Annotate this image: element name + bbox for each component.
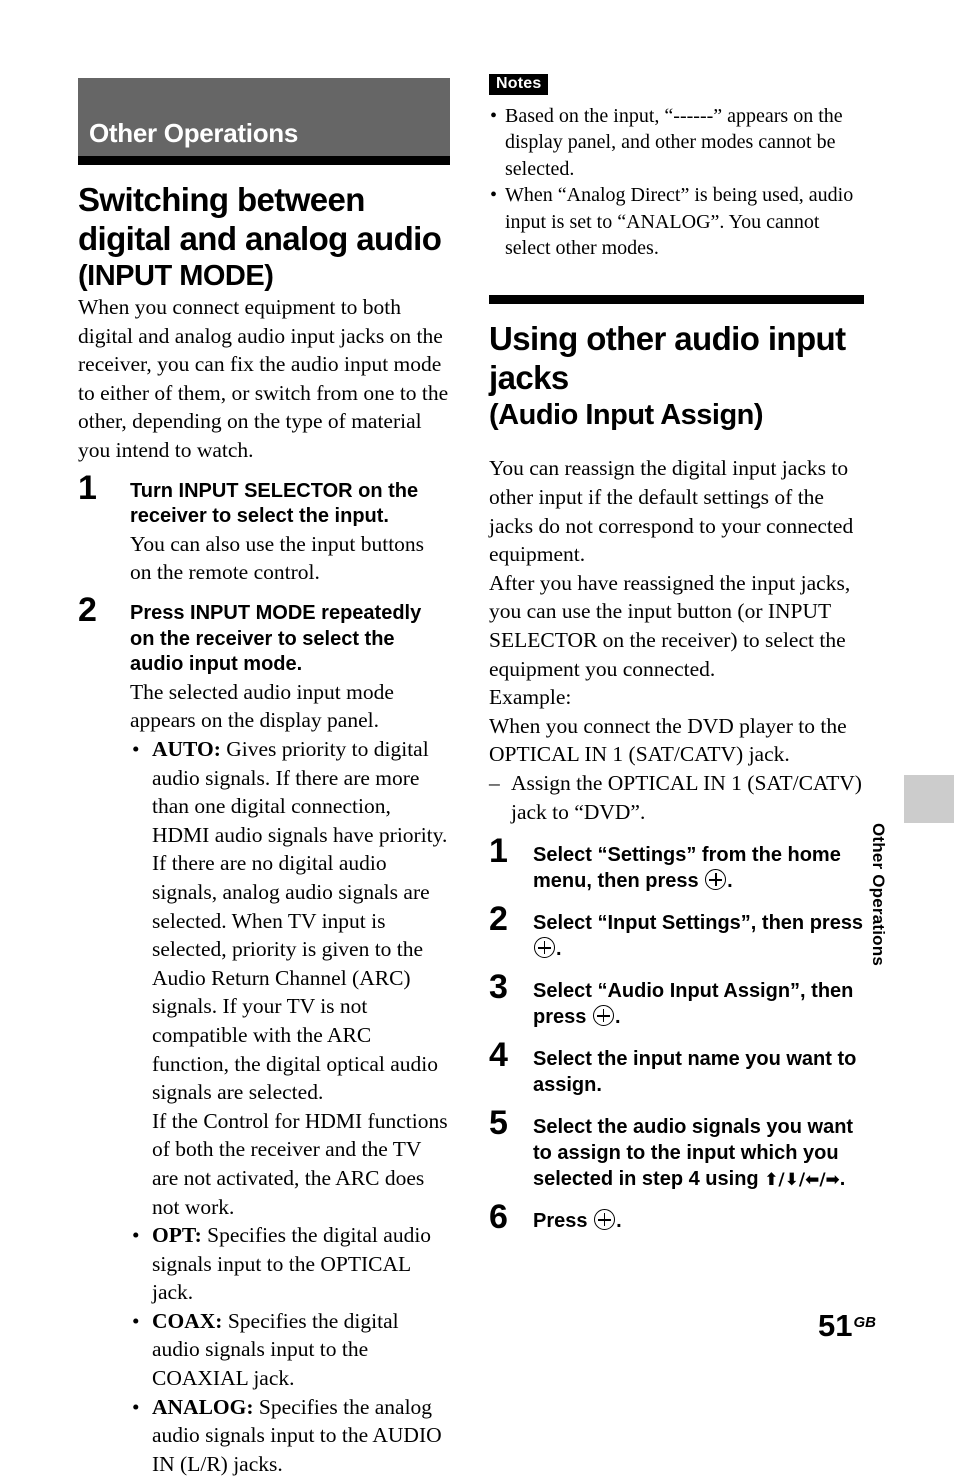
mode-item-opt: OPT: Specifies the digital audio signals… (130, 1221, 450, 1307)
assign-step-6-number: 6 (489, 1198, 508, 1237)
assign-step-3-text-after: . (614, 1006, 621, 1029)
step-2-number: 2 (78, 591, 97, 630)
enter-button-icon (592, 1005, 614, 1027)
page-number-suffix: GB (853, 1314, 877, 1331)
assign-example-list: Assign the OPTICAL IN 1 (SAT/CATV) jack … (489, 769, 864, 826)
assign-step-3-text-before: Select “Audio Input Assign”, then press (533, 980, 854, 1029)
notes-spacer (489, 261, 864, 295)
notes-block: Notes Based on the input, “------” appea… (489, 74, 864, 261)
assign-step-5-heading: Select the audio signals you want to ass… (533, 1114, 864, 1192)
assign-step-6: 6 Press . (489, 1200, 864, 1234)
side-tab-label: Other Operations (869, 823, 888, 967)
assign-step-5-text-after: . (839, 1168, 846, 1191)
step-1-body: You can also use the input buttons on th… (130, 531, 425, 585)
note-item-1: Based on the input, “------” appears on … (489, 103, 864, 182)
assign-step-5: 5 Select the audio signals you want to a… (489, 1106, 864, 1192)
assign-step-3: 3 Select “Audio Input Assign”, then pres… (489, 970, 864, 1030)
notes-badge: Notes (489, 74, 549, 95)
mode-auto-extra-2-text: If the Control for HDMI functions of bot… (152, 1108, 448, 1219)
intro-paragraph: When you connect equipment to both digit… (78, 295, 449, 463)
right-paragraph-1: You can reassign the digital input jacks… (489, 456, 854, 567)
right-paragraph-example-label: Example: (489, 685, 572, 710)
assign-step-4-heading: Select the input name you want to assign… (533, 1048, 857, 1097)
section-title-line-1: Switching between (78, 181, 365, 218)
section-title-line-2: digital and analog audio (78, 219, 442, 257)
right-paragraph-2: After you have reassigned the input jack… (489, 570, 851, 681)
enter-button-icon (594, 1209, 616, 1231)
step-2: 2 Press INPUT MODE repeatedly on the rec… (78, 593, 450, 1478)
assign-step-6-text-before: Press (533, 1210, 594, 1233)
assign-step-1-text-after: . (727, 870, 733, 893)
assign-step-2-text-before: Select “Input Settings”, then press (533, 912, 864, 935)
side-tab-block (904, 775, 954, 823)
notes-list: Based on the input, “------” appears on … (489, 103, 864, 261)
section-subtitle-audio-input-assign: (Audio Input Assign) (489, 399, 764, 432)
assign-step-4-number: 4 (489, 1036, 508, 1075)
assign-step-3-heading: Select “Audio Input Assign”, then press … (533, 978, 864, 1030)
section-top-rule (489, 295, 864, 305)
mode-auto-extra-1: If there are no digital audio signals, a… (130, 849, 450, 1106)
assign-step-2-text-after: . (556, 938, 562, 961)
right-column: Notes Based on the input, “------” appea… (489, 74, 864, 1234)
section-title-input-mode: Switching between digital and analog aud… (78, 181, 450, 293)
enter-button-icon (534, 937, 555, 959)
note-item-2: When “Analog Direct” is being used, audi… (489, 182, 864, 261)
mode-term-auto: AUTO: (152, 737, 221, 761)
mode-term-opt: OPT: (152, 1223, 202, 1248)
assign-step-2-number: 2 (489, 900, 508, 939)
manual-page: Other Operations Switching between digit… (0, 0, 954, 1476)
assign-step-4: 4 Select the input name you want to assi… (489, 1038, 864, 1098)
assign-step-2: 2 Select “Input Settings”, then press . (489, 902, 864, 962)
step-1-number: 1 (78, 468, 97, 507)
mode-item-analog: ANALOG: Specifies the analog audio signa… (130, 1393, 450, 1478)
section-title-audio-input-assign: Using other audio input jacks (Audio Inp… (489, 320, 864, 432)
step-2-heading: Press INPUT MODE repeatedly on the recei… (130, 602, 422, 676)
assign-step-1-number: 1 (489, 832, 508, 871)
assign-step-5-number: 5 (489, 1104, 508, 1143)
section-subtitle-input-mode: (INPUT MODE) (78, 259, 274, 292)
assign-step-1: 1 Select “Settings” from the home menu, … (489, 834, 864, 894)
right-section-title-line-2: jacks (489, 359, 569, 397)
assign-example-item: Assign the OPTICAL IN 1 (SAT/CATV) jack … (489, 769, 864, 826)
step-1: 1 Turn INPUT SELECTOR on the receiver to… (78, 471, 450, 587)
right-section-title-line-1: Using other audio input (489, 320, 846, 358)
mode-item-coax: COAX: Specifies the digital audio signal… (130, 1307, 450, 1393)
assign-step-1-heading: Select “Settings” from the home menu, th… (533, 842, 864, 894)
assign-step-1-text-before: Select “Settings” from the home menu, th… (533, 844, 841, 893)
chapter-header-band: Other Operations (78, 78, 450, 156)
chapter-title: Other Operations (89, 118, 299, 148)
assign-step-6-text-after: . (616, 1210, 622, 1233)
mode-item-auto: AUTO: Gives priority to digital audio si… (130, 735, 450, 849)
direction-arrows-icon: ⬆/⬇/⬅/➡ (764, 1170, 840, 1191)
mode-auto-extra-2: If the Control for HDMI functions of bot… (130, 1107, 450, 1221)
step-2-body: The selected audio input mode appears on… (130, 679, 394, 733)
chapter-header-rule (78, 156, 450, 165)
step-1-heading: Turn INPUT SELECTOR on the receiver to s… (130, 479, 419, 528)
page-folio: 51GB (818, 1310, 876, 1341)
assign-step-2-heading: Select “Input Settings”, then press . (533, 910, 864, 962)
enter-button-icon (705, 869, 727, 891)
assign-step-3-number: 3 (489, 968, 508, 1007)
right-paragraph-example-text: When you connect the DVD player to the O… (489, 713, 847, 767)
left-column: Other Operations Switching between digit… (78, 78, 450, 1478)
mode-term-coax: COAX: (152, 1308, 223, 1333)
mode-auto-extra-1-text: If there are no digital audio signals, a… (152, 851, 438, 1105)
assign-step-6-heading: Press . (533, 1208, 864, 1234)
audio-input-mode-list: AUTO: Gives priority to digital audio si… (130, 735, 450, 1478)
page-number: 51 (818, 1308, 853, 1343)
mode-term-analog: ANALOG: (152, 1394, 254, 1419)
